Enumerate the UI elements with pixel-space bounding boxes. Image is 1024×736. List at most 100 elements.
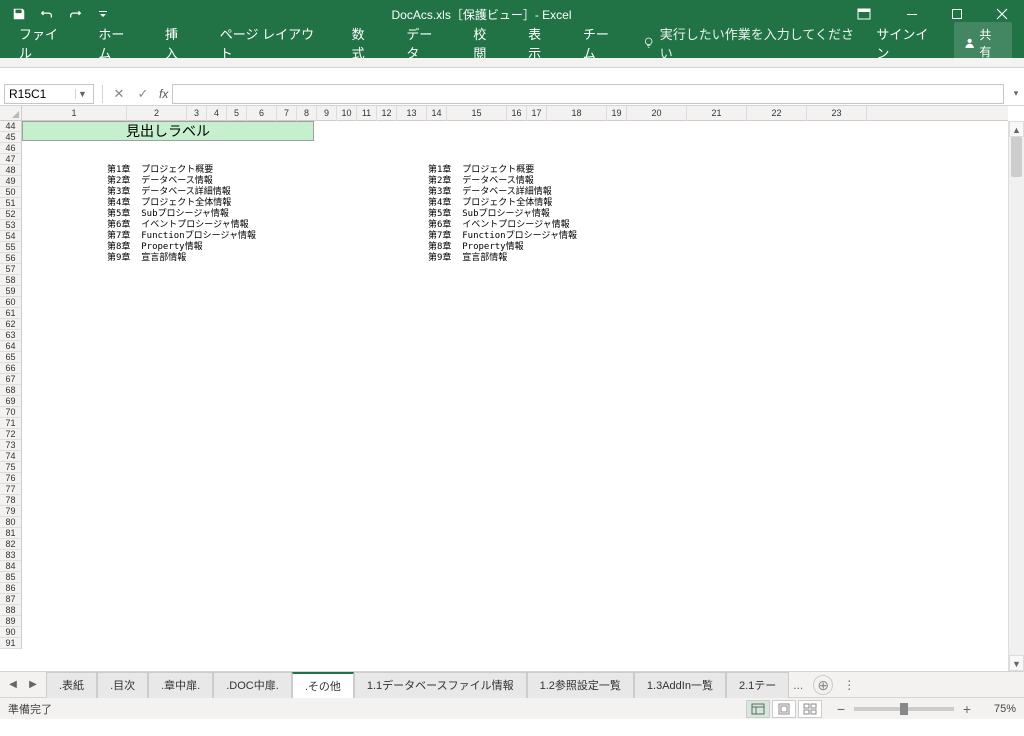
- tab-view[interactable]: 表示: [513, 28, 568, 58]
- row-header[interactable]: 64: [0, 341, 22, 352]
- name-box-dropdown-icon[interactable]: ▼: [75, 89, 89, 99]
- tab-file[interactable]: ファイル: [4, 28, 83, 58]
- row-header[interactable]: 44: [0, 121, 22, 132]
- sheet-tab[interactable]: .その他: [292, 672, 354, 698]
- tab-data[interactable]: データ: [391, 28, 458, 58]
- column-header[interactable]: 22: [747, 106, 807, 121]
- row-header[interactable]: 65: [0, 352, 22, 363]
- tab-review[interactable]: 校閲: [458, 28, 513, 58]
- sheet-tab[interactable]: .表紙: [46, 672, 97, 698]
- tabs-overflow[interactable]: ...: [789, 678, 807, 692]
- column-header[interactable]: 17: [527, 106, 547, 121]
- tab-nav-prev[interactable]: ◀: [6, 679, 20, 690]
- row-header[interactable]: 88: [0, 605, 22, 616]
- row-header[interactable]: 62: [0, 319, 22, 330]
- column-header[interactable]: 13: [397, 106, 427, 121]
- zoom-out-button[interactable]: −: [834, 701, 848, 717]
- select-all-button[interactable]: [0, 106, 22, 121]
- row-header[interactable]: 74: [0, 451, 22, 462]
- row-header[interactable]: 73: [0, 440, 22, 451]
- row-header[interactable]: 70: [0, 407, 22, 418]
- tab-page-layout[interactable]: ページ レイアウト: [205, 28, 337, 58]
- row-header[interactable]: 63: [0, 330, 22, 341]
- row-header[interactable]: 91: [0, 638, 22, 649]
- tab-home[interactable]: ホーム: [83, 28, 150, 58]
- row-header[interactable]: 82: [0, 539, 22, 550]
- ribbon-display-options[interactable]: [847, 2, 881, 26]
- scroll-thumb[interactable]: [1011, 137, 1022, 177]
- undo-button[interactable]: [34, 2, 60, 26]
- column-header[interactable]: 2: [127, 106, 187, 121]
- zoom-slider[interactable]: [854, 707, 954, 711]
- column-header[interactable]: 12: [377, 106, 397, 121]
- column-header[interactable]: 19: [607, 106, 627, 121]
- row-header[interactable]: 83: [0, 550, 22, 561]
- row-header[interactable]: 56: [0, 253, 22, 264]
- tabs-menu[interactable]: ⋮: [839, 678, 859, 692]
- row-header[interactable]: 69: [0, 396, 22, 407]
- row-header[interactable]: 81: [0, 528, 22, 539]
- row-header[interactable]: 55: [0, 242, 22, 253]
- row-header[interactable]: 46: [0, 143, 22, 154]
- row-header[interactable]: 79: [0, 506, 22, 517]
- sheet-tab[interactable]: .DOC中扉.: [213, 672, 292, 698]
- row-header[interactable]: 76: [0, 473, 22, 484]
- row-header[interactable]: 60: [0, 297, 22, 308]
- column-header[interactable]: 10: [337, 106, 357, 121]
- row-header[interactable]: 66: [0, 363, 22, 374]
- save-button[interactable]: [6, 2, 32, 26]
- sheet-tab[interactable]: 2.1テー: [726, 672, 789, 698]
- sheet-tab[interactable]: 1.3AddIn一覧: [634, 672, 726, 698]
- column-header[interactable]: 11: [357, 106, 377, 121]
- column-header[interactable]: 16: [507, 106, 527, 121]
- row-header[interactable]: 89: [0, 616, 22, 627]
- tab-insert[interactable]: 挿入: [150, 28, 205, 58]
- row-header[interactable]: 86: [0, 583, 22, 594]
- row-header[interactable]: 58: [0, 275, 22, 286]
- row-header[interactable]: 78: [0, 495, 22, 506]
- sheet-cells[interactable]: 見出しラベル 第1章 プロジェクト概要 第2章 データベース情報 第3章 データ…: [22, 121, 1008, 671]
- share-button[interactable]: 共有: [954, 22, 1012, 64]
- column-header[interactable]: 20: [627, 106, 687, 121]
- row-header[interactable]: 49: [0, 176, 22, 187]
- formula-input[interactable]: [172, 84, 1004, 104]
- column-header[interactable]: 9: [317, 106, 337, 121]
- vertical-scrollbar[interactable]: ▲ ▼: [1008, 121, 1024, 671]
- sheet-tab[interactable]: 1.1データベースファイル情報: [354, 672, 527, 698]
- row-header[interactable]: 67: [0, 374, 22, 385]
- row-header[interactable]: 54: [0, 231, 22, 242]
- sheet-tab[interactable]: .章中扉.: [148, 672, 213, 698]
- heading-label-cell[interactable]: 見出しラベル: [22, 121, 314, 141]
- normal-view-button[interactable]: [746, 700, 770, 718]
- row-header[interactable]: 57: [0, 264, 22, 275]
- row-header[interactable]: 72: [0, 429, 22, 440]
- row-header[interactable]: 84: [0, 561, 22, 572]
- expand-formula-bar-button[interactable]: ▾: [1008, 88, 1024, 99]
- tab-formulas[interactable]: 数式: [337, 28, 392, 58]
- sheet-tab[interactable]: .目次: [97, 672, 148, 698]
- sheet-tab[interactable]: 1.2参照設定一覧: [527, 672, 634, 698]
- scroll-up-button[interactable]: ▲: [1009, 121, 1024, 137]
- zoom-slider-thumb[interactable]: [900, 703, 908, 715]
- row-header[interactable]: 61: [0, 308, 22, 319]
- column-header[interactable]: 23: [807, 106, 867, 121]
- name-box[interactable]: R15C1 ▼: [4, 84, 94, 104]
- enter-formula-button[interactable]: ✓: [131, 86, 155, 102]
- row-header[interactable]: 75: [0, 462, 22, 473]
- column-header[interactable]: 21: [687, 106, 747, 121]
- tab-nav-next[interactable]: ▶: [26, 679, 40, 690]
- row-header[interactable]: 90: [0, 627, 22, 638]
- row-header[interactable]: 71: [0, 418, 22, 429]
- row-header[interactable]: 51: [0, 198, 22, 209]
- column-header[interactable]: 3: [187, 106, 207, 121]
- column-header[interactable]: 18: [547, 106, 607, 121]
- tab-team[interactable]: チーム: [568, 28, 635, 58]
- sign-in-link[interactable]: サインイン: [864, 24, 950, 62]
- insert-function-button[interactable]: fx: [155, 87, 172, 101]
- row-header[interactable]: 59: [0, 286, 22, 297]
- page-break-view-button[interactable]: [798, 700, 822, 718]
- row-header[interactable]: 45: [0, 132, 22, 143]
- row-header[interactable]: 68: [0, 385, 22, 396]
- zoom-in-button[interactable]: +: [960, 701, 974, 717]
- row-header[interactable]: 80: [0, 517, 22, 528]
